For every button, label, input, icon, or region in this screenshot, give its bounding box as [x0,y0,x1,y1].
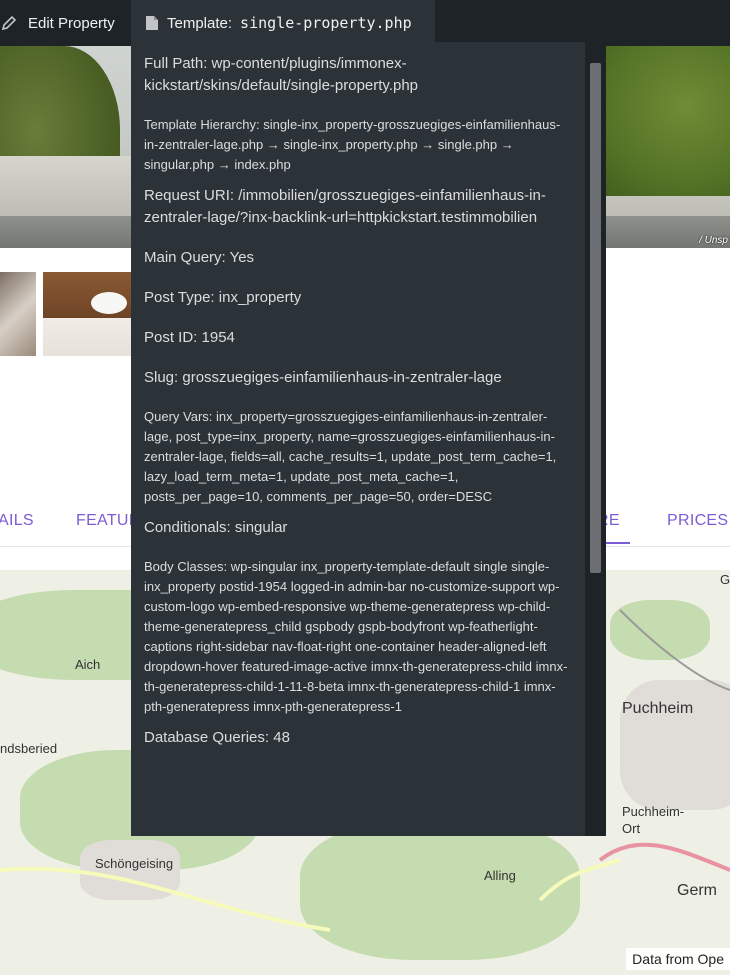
conditionals: Conditionals: singular [144,519,288,536]
map-attribution[interactable]: Data from Ope [626,948,730,970]
panel-scrollbar-thumb[interactable] [590,63,601,573]
map-label: Puchheim-Ort [622,804,685,836]
tab-prices[interactable]: PRICES [667,512,728,530]
map-label: Germ [677,882,717,899]
hero-bush [590,46,730,196]
tab-details[interactable]: AILS [0,512,34,530]
map-label: ndsberied [0,741,58,756]
gallery-thumbnail[interactable] [43,272,133,356]
edit-property-link[interactable]: Edit Property [0,0,115,46]
thumbnail-sink [91,292,127,314]
pencil-icon [0,14,18,32]
database-queries: Database Queries: 48 [144,729,290,746]
request-uri: Request URI: /immobilien/grosszuegiges-e… [144,187,546,226]
map-label: G [720,572,730,587]
map-label: Schöngeising [95,856,174,871]
map-label: Puchheim [622,700,694,717]
main-query: Main Query: Yes [144,249,255,266]
photo-credit: / Unsp [699,235,728,246]
template-menu[interactable]: Template: single-property.php [131,0,435,46]
template-info-panel: Full Path: wp-content/plugins/immonex-ki… [131,42,606,836]
post-type: Post Type: inx_property [144,289,302,306]
template-prefix: Template: [167,14,233,32]
query-vars: Query Vars: inx_property=grosszuegiges-e… [144,409,557,504]
full-path: Full Path: wp-content/plugins/immonex-ki… [144,55,419,94]
body-classes: Body Classes: wp-singular inx_property-t… [144,559,568,714]
template-file: single-property.php [240,14,412,32]
admin-bar: Edit Property Template: single-property.… [0,0,730,46]
map-label: Alling [484,868,516,883]
map-label: Aich [75,657,101,672]
tab-active-indicator [604,542,630,544]
template-hierarchy: Template Hierarchy: single-inx_property-… [144,117,561,172]
gallery-thumbnail[interactable] [0,272,36,356]
file-icon [145,15,159,31]
post-id: Post ID: 1954 [144,329,235,346]
edit-property-label: Edit Property [28,14,115,32]
post-slug: Slug: grosszuegiges-einfamilienhaus-in-z… [144,369,502,386]
